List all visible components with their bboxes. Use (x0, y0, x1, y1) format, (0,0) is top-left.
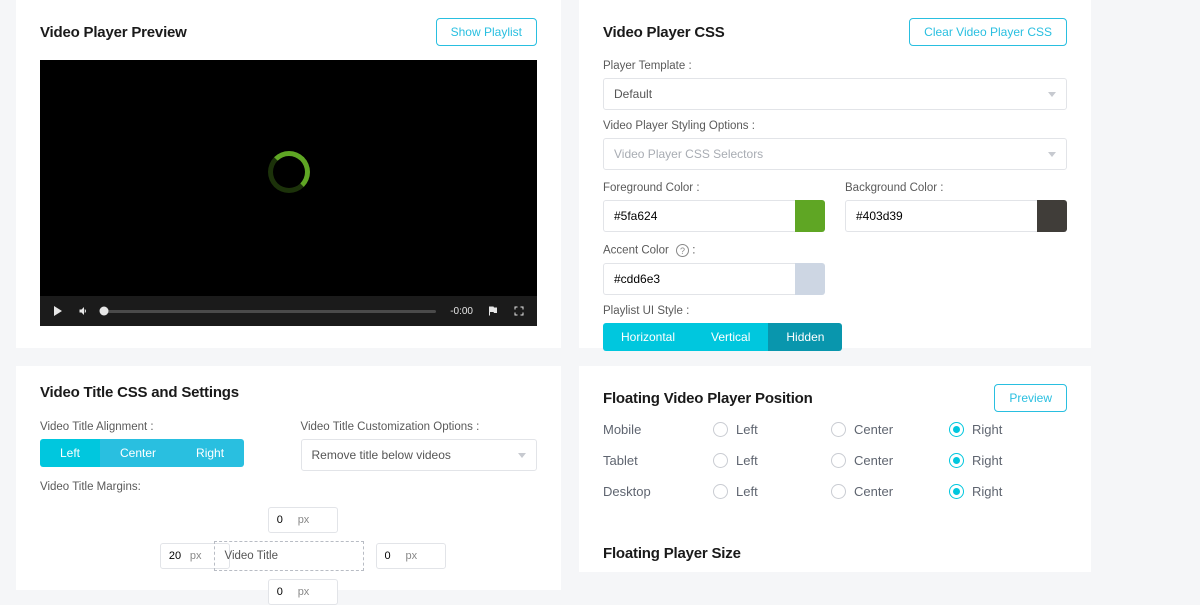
align-center[interactable]: Center (100, 439, 176, 467)
custom-label: Video Title Customization Options : (301, 421, 538, 433)
row-desktop-label: Desktop (603, 484, 713, 499)
playlist-style-label: Playlist UI Style : (603, 305, 1067, 317)
floatsize-title: Floating Player Size (603, 531, 1067, 562)
chevron-down-icon (1048, 152, 1056, 157)
fullscreen-icon[interactable] (513, 305, 525, 317)
help-icon[interactable]: ? (676, 244, 689, 257)
floatpos-title: Floating Video Player Position (603, 390, 813, 407)
play-icon[interactable] (52, 305, 64, 317)
styling-options-select[interactable]: Video Player CSS Selectors (603, 138, 1067, 170)
player-template-select[interactable]: Default (603, 78, 1067, 110)
volume-icon[interactable] (78, 305, 90, 317)
bg-color-swatch[interactable] (1037, 200, 1067, 232)
margin-bottom-input[interactable] (268, 579, 338, 605)
styling-label: Video Player Styling Options : (603, 120, 1067, 132)
video-title-preview: Video Title (214, 541, 364, 571)
desktop-right-radio[interactable]: Right (949, 484, 1067, 499)
bg-color-input[interactable] (845, 200, 1037, 232)
margin-box: px px Video Title px px (40, 507, 537, 605)
seg-vertical[interactable]: Vertical (693, 323, 768, 351)
row-tablet-label: Tablet (603, 453, 713, 468)
fg-color-input[interactable] (603, 200, 795, 232)
show-playlist-button[interactable]: Show Playlist (436, 18, 537, 46)
accent-color-input[interactable] (603, 263, 795, 295)
chevron-down-icon (518, 453, 526, 458)
template-label: Player Template : (603, 60, 1067, 72)
tablet-left-radio[interactable]: Left (713, 453, 831, 468)
custom-value: Remove title below videos (312, 448, 451, 462)
align-left[interactable]: Left (40, 439, 100, 467)
preview-button[interactable]: Preview (994, 384, 1067, 412)
accent-label: Accent Color ? : (603, 244, 825, 257)
video-title-css-card: Video Title CSS and Settings Video Title… (16, 366, 561, 590)
mobile-center-radio[interactable]: Center (831, 422, 949, 437)
seek-bar[interactable] (104, 310, 436, 313)
playlist-style-segmented: Horizontal Vertical Hidden (603, 323, 842, 351)
tablet-center-radio[interactable]: Center (831, 453, 949, 468)
seg-hidden[interactable]: Hidden (768, 323, 842, 351)
video-player-css-card: Video Player CSS Clear Video Player CSS … (579, 0, 1091, 348)
margin-right-input[interactable] (376, 543, 446, 569)
tablet-right-radio[interactable]: Right (949, 453, 1067, 468)
floating-size-card: Floating Player Size (579, 531, 1091, 572)
preview-title: Video Player Preview (40, 24, 187, 41)
video-controls: -0:00 (40, 296, 537, 326)
margin-top-input[interactable] (268, 507, 338, 533)
template-value: Default (614, 87, 652, 101)
floating-position-card: Floating Video Player Position Preview M… (579, 366, 1091, 531)
css-title: Video Player CSS (603, 24, 725, 41)
loading-spinner-icon (268, 151, 310, 193)
fg-label: Foreground Color : (603, 182, 825, 194)
titlecss-title: Video Title CSS and Settings (40, 384, 537, 401)
bg-label: Background Color : (845, 182, 1067, 194)
flag-icon[interactable] (487, 305, 499, 317)
fg-color-swatch[interactable] (795, 200, 825, 232)
styling-placeholder: Video Player CSS Selectors (614, 147, 763, 161)
row-mobile-label: Mobile (603, 422, 713, 437)
mobile-left-radio[interactable]: Left (713, 422, 831, 437)
align-right[interactable]: Right (176, 439, 244, 467)
accent-color-swatch[interactable] (795, 263, 825, 295)
title-custom-select[interactable]: Remove title below videos (301, 439, 538, 471)
title-align-segmented: Left Center Right (40, 439, 244, 467)
margins-label: Video Title Margins: (40, 481, 277, 493)
desktop-center-radio[interactable]: Center (831, 484, 949, 499)
video-player[interactable]: -0:00 (40, 60, 537, 326)
chevron-down-icon (1048, 92, 1056, 97)
align-label: Video Title Alignment : (40, 421, 277, 433)
desktop-left-radio[interactable]: Left (713, 484, 831, 499)
clear-css-button[interactable]: Clear Video Player CSS (909, 18, 1067, 46)
mobile-right-radio[interactable]: Right (949, 422, 1067, 437)
time-remaining: -0:00 (450, 306, 473, 317)
seg-horizontal[interactable]: Horizontal (603, 323, 693, 351)
video-player-preview-card: Video Player Preview Show Playlist -0:00 (16, 0, 561, 348)
